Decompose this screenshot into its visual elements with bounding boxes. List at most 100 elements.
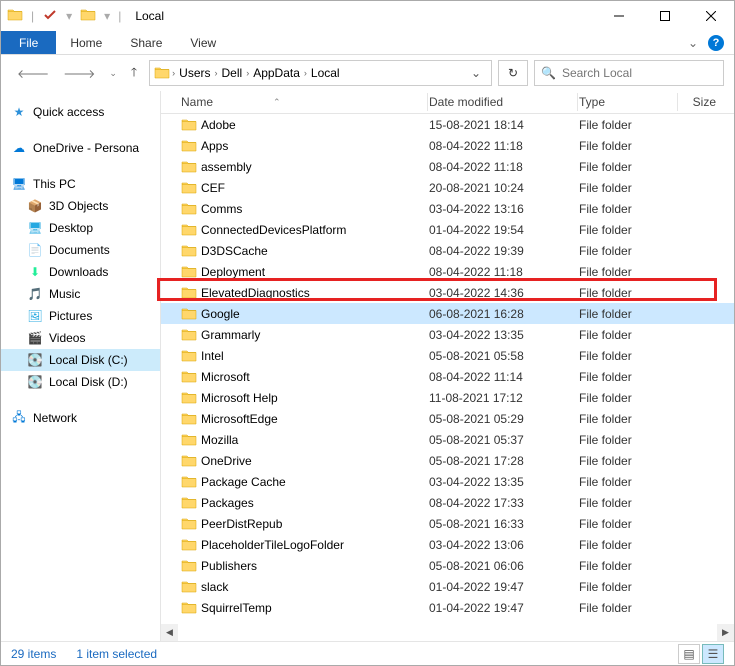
horizontal-scrollbar[interactable]: ◀ ▶ bbox=[161, 624, 734, 641]
nav-item[interactable]: 📄Documents bbox=[1, 239, 160, 261]
file-type: File folder bbox=[579, 601, 679, 615]
nav-up-icon[interactable]: 🡑 bbox=[131, 63, 137, 84]
table-row[interactable]: PlaceholderTileLogoFolder03-04-2022 13:0… bbox=[161, 534, 734, 555]
file-type: File folder bbox=[579, 412, 679, 426]
app-icon bbox=[7, 7, 23, 26]
breadcrumb-seg[interactable]: Users bbox=[175, 66, 214, 80]
file-date: 01-04-2022 19:54 bbox=[429, 223, 579, 237]
qat-properties-icon[interactable] bbox=[42, 7, 58, 26]
file-type: File folder bbox=[579, 538, 679, 552]
table-row[interactable]: Microsoft Help11-08-2021 17:12File folde… bbox=[161, 387, 734, 408]
nav-this-pc[interactable]: 🖥 This PC bbox=[1, 173, 160, 195]
col-size[interactable]: Size bbox=[679, 95, 734, 109]
table-row[interactable]: Comms03-04-2022 13:16File folder bbox=[161, 198, 734, 219]
file-name: OneDrive bbox=[201, 454, 429, 468]
nav-item[interactable]: 💽Local Disk (C:) bbox=[1, 349, 160, 371]
search-input[interactable] bbox=[562, 66, 717, 80]
table-row[interactable]: slack01-04-2022 19:47File folder bbox=[161, 576, 734, 597]
file-name: Microsoft bbox=[201, 370, 429, 384]
nav-item[interactable]: ⬇Downloads bbox=[1, 261, 160, 283]
file-date: 03-04-2022 13:35 bbox=[429, 475, 579, 489]
address-dropdown-icon[interactable]: ⌄ bbox=[465, 66, 487, 80]
nav-recent-icon[interactable]: ⌄ bbox=[109, 68, 117, 79]
file-type: File folder bbox=[579, 349, 679, 363]
nav-back-icon[interactable]: 🡐 bbox=[17, 66, 49, 81]
title-sep: | bbox=[118, 9, 121, 23]
table-row[interactable]: Deployment08-04-2022 11:18File folder bbox=[161, 261, 734, 282]
scroll-right-icon[interactable]: ▶ bbox=[717, 624, 734, 641]
navigation-pane[interactable]: ★ Quick access ☁ OneDrive - Persona 🖥 Th… bbox=[1, 91, 161, 641]
help-icon[interactable]: ? bbox=[708, 35, 724, 51]
table-row[interactable]: Google06-08-2021 16:28File folder bbox=[161, 303, 734, 324]
table-row[interactable]: ElevatedDiagnostics03-04-2022 14:36File … bbox=[161, 282, 734, 303]
table-row[interactable]: Package Cache03-04-2022 13:35File folder bbox=[161, 471, 734, 492]
col-type[interactable]: Type bbox=[579, 95, 679, 109]
folder-icon bbox=[181, 432, 201, 448]
table-row[interactable]: Microsoft08-04-2022 11:14File folder bbox=[161, 366, 734, 387]
table-row[interactable]: ConnectedDevicesPlatform01-04-2022 19:54… bbox=[161, 219, 734, 240]
nav-item-icon: 🖼 bbox=[27, 308, 43, 324]
view-thumbnails-button[interactable]: ▤ bbox=[678, 644, 700, 664]
breadcrumb-root-icon[interactable] bbox=[154, 65, 172, 81]
file-name: CEF bbox=[201, 181, 429, 195]
file-type: File folder bbox=[579, 139, 679, 153]
table-row[interactable]: Publishers05-08-2021 06:06File folder bbox=[161, 555, 734, 576]
file-type: File folder bbox=[579, 580, 679, 594]
table-row[interactable]: Grammarly03-04-2022 13:35File folder bbox=[161, 324, 734, 345]
table-row[interactable]: PeerDistRepub05-08-2021 16:33File folder bbox=[161, 513, 734, 534]
tab-share[interactable]: Share bbox=[116, 31, 176, 54]
table-row[interactable]: D3DSCache08-04-2022 19:39File folder bbox=[161, 240, 734, 261]
table-row[interactable]: Intel05-08-2021 05:58File folder bbox=[161, 345, 734, 366]
nav-item[interactable]: 🎵Music bbox=[1, 283, 160, 305]
scroll-left-icon[interactable]: ◀ bbox=[161, 624, 178, 641]
column-headers[interactable]: Name⌃ Date modified Type Size bbox=[161, 91, 734, 114]
nav-item-icon: 📦 bbox=[27, 198, 43, 214]
breadcrumb-seg[interactable]: Local bbox=[307, 66, 344, 80]
table-row[interactable]: CEF20-08-2021 10:24File folder bbox=[161, 177, 734, 198]
nav-item-label: Documents bbox=[49, 243, 110, 257]
network-icon: 🖧 bbox=[11, 410, 27, 426]
sort-asc-icon: ⌃ bbox=[273, 97, 281, 108]
tab-home[interactable]: Home bbox=[56, 31, 116, 54]
col-name[interactable]: Name⌃ bbox=[181, 95, 429, 109]
breadcrumb[interactable]: › Users › Dell › AppData › Local ⌄ bbox=[149, 60, 492, 86]
search-box[interactable]: 🔍 bbox=[534, 60, 724, 86]
minimize-button[interactable] bbox=[596, 1, 642, 31]
nav-quick-access[interactable]: ★ Quick access bbox=[1, 101, 160, 123]
nav-item[interactable]: 🖥Desktop bbox=[1, 217, 160, 239]
nav-onedrive[interactable]: ☁ OneDrive - Persona bbox=[1, 137, 160, 159]
ribbon-collapse-icon[interactable]: ⌄ bbox=[688, 36, 698, 50]
nav-label: Network bbox=[33, 411, 77, 425]
col-date[interactable]: Date modified bbox=[429, 95, 579, 109]
table-row[interactable]: Apps08-04-2022 11:18File folder bbox=[161, 135, 734, 156]
qat-sep: | bbox=[31, 9, 34, 23]
folder-icon bbox=[181, 558, 201, 574]
file-type: File folder bbox=[579, 517, 679, 531]
file-type: File folder bbox=[579, 244, 679, 258]
nav-item[interactable]: 💽Local Disk (D:) bbox=[1, 371, 160, 393]
table-row[interactable]: SquirrelTemp01-04-2022 19:47File folder bbox=[161, 597, 734, 618]
nav-item[interactable]: 🖼Pictures bbox=[1, 305, 160, 327]
view-details-button[interactable]: ☰ bbox=[702, 644, 724, 664]
table-row[interactable]: Packages08-04-2022 17:33File folder bbox=[161, 492, 734, 513]
table-row[interactable]: OneDrive05-08-2021 17:28File folder bbox=[161, 450, 734, 471]
close-button[interactable] bbox=[688, 1, 734, 31]
table-row[interactable]: Mozilla05-08-2021 05:37File folder bbox=[161, 429, 734, 450]
breadcrumb-seg[interactable]: Dell bbox=[218, 66, 247, 80]
table-row[interactable]: Adobe15-08-2021 18:14File folder bbox=[161, 114, 734, 135]
tab-file[interactable]: File bbox=[1, 31, 56, 54]
maximize-button[interactable] bbox=[642, 1, 688, 31]
nav-label: Quick access bbox=[33, 105, 104, 119]
file-date: 01-04-2022 19:47 bbox=[429, 580, 579, 594]
nav-item[interactable]: 🎬Videos bbox=[1, 327, 160, 349]
file-list[interactable]: Adobe15-08-2021 18:14File folderApps08-0… bbox=[161, 114, 734, 624]
table-row[interactable]: assembly08-04-2022 11:18File folder bbox=[161, 156, 734, 177]
breadcrumb-seg[interactable]: AppData bbox=[249, 66, 304, 80]
table-row[interactable]: MicrosoftEdge05-08-2021 05:29File folder bbox=[161, 408, 734, 429]
nav-network[interactable]: 🖧 Network bbox=[1, 407, 160, 429]
file-name: Google bbox=[201, 307, 429, 321]
nav-item[interactable]: 📦3D Objects bbox=[1, 195, 160, 217]
nav-forward-icon[interactable]: 🡒 bbox=[63, 66, 95, 81]
tab-view[interactable]: View bbox=[176, 31, 230, 54]
refresh-button[interactable]: ↻ bbox=[498, 60, 528, 86]
